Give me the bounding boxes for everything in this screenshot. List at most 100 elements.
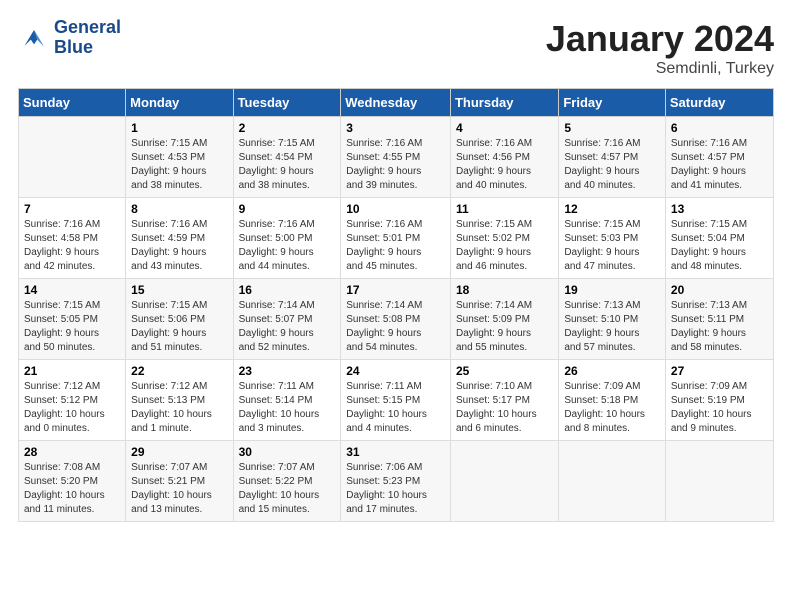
day-number: 21 bbox=[24, 364, 120, 378]
day-number: 18 bbox=[456, 283, 553, 297]
day-cell: 24 Sunrise: 7:11 AM Sunset: 5:15 PM Dayli… bbox=[341, 360, 451, 441]
day-number: 20 bbox=[671, 283, 768, 297]
day-cell: 3 Sunrise: 7:16 AM Sunset: 4:55 PM Daylig… bbox=[341, 117, 451, 198]
day-detail: Sunrise: 7:15 AM Sunset: 5:02 PM Dayligh… bbox=[456, 218, 553, 274]
day-cell: 14Sunrise: 7:15 AM Sunset: 5:05 PM Dayli… bbox=[19, 279, 126, 360]
day-detail: Sunrise: 7:08 AM Sunset: 5:20 PM Dayligh… bbox=[24, 461, 120, 517]
day-number: 6 bbox=[671, 121, 768, 135]
day-cell: 15 Sunrise: 7:15 AM Sunset: 5:06 PM Dayli… bbox=[126, 279, 233, 360]
day-number: 29 bbox=[131, 445, 227, 459]
day-cell: 4 Sunrise: 7:16 AM Sunset: 4:56 PM Daylig… bbox=[450, 117, 558, 198]
day-detail: Sunrise: 7:15 AM Sunset: 5:06 PM Dayligh… bbox=[131, 299, 227, 355]
day-detail: Sunrise: 7:11 AM Sunset: 5:14 PM Dayligh… bbox=[239, 380, 336, 436]
day-detail: Sunrise: 7:16 AM Sunset: 5:00 PM Dayligh… bbox=[239, 218, 336, 274]
day-detail: Sunrise: 7:16 AM Sunset: 4:55 PM Dayligh… bbox=[346, 137, 445, 193]
day-cell: 23 Sunrise: 7:11 AM Sunset: 5:14 PM Dayli… bbox=[233, 360, 341, 441]
day-detail: Sunrise: 7:11 AM Sunset: 5:15 PM Dayligh… bbox=[346, 380, 445, 436]
day-number: 28 bbox=[24, 445, 120, 459]
header: General Blue January 2024 Semdinli, Turk… bbox=[18, 18, 774, 78]
day-detail: Sunrise: 7:13 AM Sunset: 5:11 PM Dayligh… bbox=[671, 299, 768, 355]
day-number: 23 bbox=[239, 364, 336, 378]
day-cell: 22 Sunrise: 7:12 AM Sunset: 5:13 PM Dayli… bbox=[126, 360, 233, 441]
day-detail: Sunrise: 7:15 AM Sunset: 5:03 PM Dayligh… bbox=[564, 218, 660, 274]
day-number: 8 bbox=[131, 202, 227, 216]
day-number: 7 bbox=[24, 202, 120, 216]
day-number: 11 bbox=[456, 202, 553, 216]
day-cell: 26 Sunrise: 7:09 AM Sunset: 5:18 PM Dayli… bbox=[559, 360, 666, 441]
day-number: 26 bbox=[564, 364, 660, 378]
week-row-2: 7 Sunrise: 7:16 AM Sunset: 4:58 PM Daylig… bbox=[19, 198, 774, 279]
day-cell: 19Sunrise: 7:13 AM Sunset: 5:10 PM Dayli… bbox=[559, 279, 666, 360]
day-cell: 28 Sunrise: 7:08 AM Sunset: 5:20 PM Dayli… bbox=[19, 441, 126, 522]
day-cell: 12Sunrise: 7:15 AM Sunset: 5:03 PM Dayli… bbox=[559, 198, 666, 279]
day-number: 19 bbox=[564, 283, 660, 297]
day-detail: Sunrise: 7:16 AM Sunset: 4:59 PM Dayligh… bbox=[131, 218, 227, 274]
day-number: 31 bbox=[346, 445, 445, 459]
day-detail: Sunrise: 7:09 AM Sunset: 5:18 PM Dayligh… bbox=[564, 380, 660, 436]
day-cell: 10Sunrise: 7:16 AM Sunset: 5:01 PM Dayli… bbox=[341, 198, 451, 279]
col-tuesday: Tuesday bbox=[233, 89, 341, 117]
day-detail: Sunrise: 7:06 AM Sunset: 5:23 PM Dayligh… bbox=[346, 461, 445, 517]
day-number: 14 bbox=[24, 283, 120, 297]
week-row-3: 14Sunrise: 7:15 AM Sunset: 5:05 PM Dayli… bbox=[19, 279, 774, 360]
day-detail: Sunrise: 7:16 AM Sunset: 4:57 PM Dayligh… bbox=[564, 137, 660, 193]
day-detail: Sunrise: 7:12 AM Sunset: 5:12 PM Dayligh… bbox=[24, 380, 120, 436]
day-cell: 20 Sunrise: 7:13 AM Sunset: 5:11 PM Dayli… bbox=[665, 279, 773, 360]
day-cell: 8 Sunrise: 7:16 AM Sunset: 4:59 PM Daylig… bbox=[126, 198, 233, 279]
location: Semdinli, Turkey bbox=[546, 60, 774, 78]
day-detail: Sunrise: 7:16 AM Sunset: 4:58 PM Dayligh… bbox=[24, 218, 120, 274]
day-detail: Sunrise: 7:15 AM Sunset: 4:54 PM Dayligh… bbox=[239, 137, 336, 193]
week-row-1: 1Sunrise: 7:15 AM Sunset: 4:53 PM Daylig… bbox=[19, 117, 774, 198]
day-detail: Sunrise: 7:15 AM Sunset: 5:04 PM Dayligh… bbox=[671, 218, 768, 274]
day-cell: 29 Sunrise: 7:07 AM Sunset: 5:21 PM Dayli… bbox=[126, 441, 233, 522]
month-title: January 2024 bbox=[546, 18, 774, 60]
day-number: 13 bbox=[671, 202, 768, 216]
logo: General Blue bbox=[18, 18, 121, 58]
day-cell: 18Sunrise: 7:14 AM Sunset: 5:09 PM Dayli… bbox=[450, 279, 558, 360]
day-cell: 6Sunrise: 7:16 AM Sunset: 4:57 PM Daylig… bbox=[665, 117, 773, 198]
day-detail: Sunrise: 7:12 AM Sunset: 5:13 PM Dayligh… bbox=[131, 380, 227, 436]
day-detail: Sunrise: 7:14 AM Sunset: 5:07 PM Dayligh… bbox=[239, 299, 336, 355]
page: General Blue January 2024 Semdinli, Turk… bbox=[0, 0, 792, 612]
logo-line1: General bbox=[54, 18, 121, 38]
day-number: 9 bbox=[239, 202, 336, 216]
day-cell: 9 Sunrise: 7:16 AM Sunset: 5:00 PM Daylig… bbox=[233, 198, 341, 279]
day-number: 27 bbox=[671, 364, 768, 378]
day-detail: Sunrise: 7:07 AM Sunset: 5:21 PM Dayligh… bbox=[131, 461, 227, 517]
day-cell bbox=[665, 441, 773, 522]
calendar-body: 1Sunrise: 7:15 AM Sunset: 4:53 PM Daylig… bbox=[19, 117, 774, 522]
day-number: 4 bbox=[456, 121, 553, 135]
calendar-header: Sunday Monday Tuesday Wednesday Thursday… bbox=[19, 89, 774, 117]
day-cell: 11 Sunrise: 7:15 AM Sunset: 5:02 PM Dayli… bbox=[450, 198, 558, 279]
title-block: January 2024 Semdinli, Turkey bbox=[546, 18, 774, 78]
col-sunday: Sunday bbox=[19, 89, 126, 117]
day-cell: 25 Sunrise: 7:10 AM Sunset: 5:17 PM Dayli… bbox=[450, 360, 558, 441]
logo-line2: Blue bbox=[54, 38, 121, 58]
day-detail: Sunrise: 7:14 AM Sunset: 5:08 PM Dayligh… bbox=[346, 299, 445, 355]
day-cell: 5 Sunrise: 7:16 AM Sunset: 4:57 PM Daylig… bbox=[559, 117, 666, 198]
week-row-4: 21 Sunrise: 7:12 AM Sunset: 5:12 PM Dayli… bbox=[19, 360, 774, 441]
day-detail: Sunrise: 7:16 AM Sunset: 4:56 PM Dayligh… bbox=[456, 137, 553, 193]
day-cell: 31 Sunrise: 7:06 AM Sunset: 5:23 PM Dayli… bbox=[341, 441, 451, 522]
day-detail: Sunrise: 7:10 AM Sunset: 5:17 PM Dayligh… bbox=[456, 380, 553, 436]
day-cell: 17Sunrise: 7:14 AM Sunset: 5:08 PM Dayli… bbox=[341, 279, 451, 360]
day-number: 24 bbox=[346, 364, 445, 378]
col-friday: Friday bbox=[559, 89, 666, 117]
day-cell: 30Sunrise: 7:07 AM Sunset: 5:22 PM Dayli… bbox=[233, 441, 341, 522]
day-cell bbox=[559, 441, 666, 522]
day-detail: Sunrise: 7:16 AM Sunset: 5:01 PM Dayligh… bbox=[346, 218, 445, 274]
day-number: 15 bbox=[131, 283, 227, 297]
day-cell bbox=[450, 441, 558, 522]
day-number: 1 bbox=[131, 121, 227, 135]
day-number: 25 bbox=[456, 364, 553, 378]
day-number: 3 bbox=[346, 121, 445, 135]
day-number: 5 bbox=[564, 121, 660, 135]
col-saturday: Saturday bbox=[665, 89, 773, 117]
day-number: 2 bbox=[239, 121, 336, 135]
week-row-5: 28 Sunrise: 7:08 AM Sunset: 5:20 PM Dayli… bbox=[19, 441, 774, 522]
day-detail: Sunrise: 7:07 AM Sunset: 5:22 PM Dayligh… bbox=[239, 461, 336, 517]
day-number: 22 bbox=[131, 364, 227, 378]
day-number: 16 bbox=[239, 283, 336, 297]
calendar-table: Sunday Monday Tuesday Wednesday Thursday… bbox=[18, 88, 774, 522]
day-cell: 21 Sunrise: 7:12 AM Sunset: 5:12 PM Dayli… bbox=[19, 360, 126, 441]
